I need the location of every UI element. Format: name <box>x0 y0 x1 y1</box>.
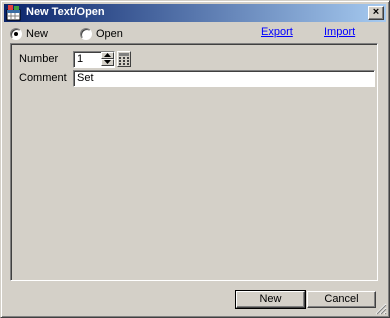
export-link[interactable]: Export <box>261 26 293 38</box>
arrow-down-icon <box>104 60 111 64</box>
resize-grip-icon[interactable] <box>375 303 387 315</box>
radio-new-label: New <box>26 28 49 40</box>
keypad-button[interactable] <box>117 51 131 67</box>
arrow-up-icon <box>104 53 111 57</box>
number-label: Number <box>19 53 59 65</box>
radio-new-indicator[interactable] <box>10 28 22 40</box>
new-button[interactable]: New <box>235 290 306 309</box>
comment-field[interactable]: Set <box>73 70 375 87</box>
radio-open-label: Open <box>96 28 123 40</box>
dialog-window: New Text/Open × New Open Export Import N… <box>0 0 390 318</box>
cancel-button[interactable]: Cancel <box>307 291 376 308</box>
radio-open-indicator[interactable] <box>80 28 92 40</box>
title-bar[interactable]: New Text/Open × <box>4 4 386 22</box>
spin-buttons <box>101 52 114 67</box>
close-button[interactable]: × <box>368 6 384 20</box>
window-title: New Text/Open <box>26 6 105 18</box>
close-icon: × <box>372 6 380 18</box>
spin-down-button[interactable] <box>101 59 114 66</box>
radio-new[interactable]: New <box>10 27 48 41</box>
comment-label: Comment <box>19 72 67 84</box>
spin-up-button[interactable] <box>101 52 114 59</box>
keypad-icon <box>119 53 129 65</box>
number-stepper[interactable]: 1 <box>73 51 115 68</box>
comment-value: Set <box>77 72 94 84</box>
number-value: 1 <box>77 53 84 65</box>
text-table-icon <box>6 5 22 21</box>
radio-open[interactable]: Open <box>80 27 123 41</box>
import-link[interactable]: Import <box>324 26 355 38</box>
